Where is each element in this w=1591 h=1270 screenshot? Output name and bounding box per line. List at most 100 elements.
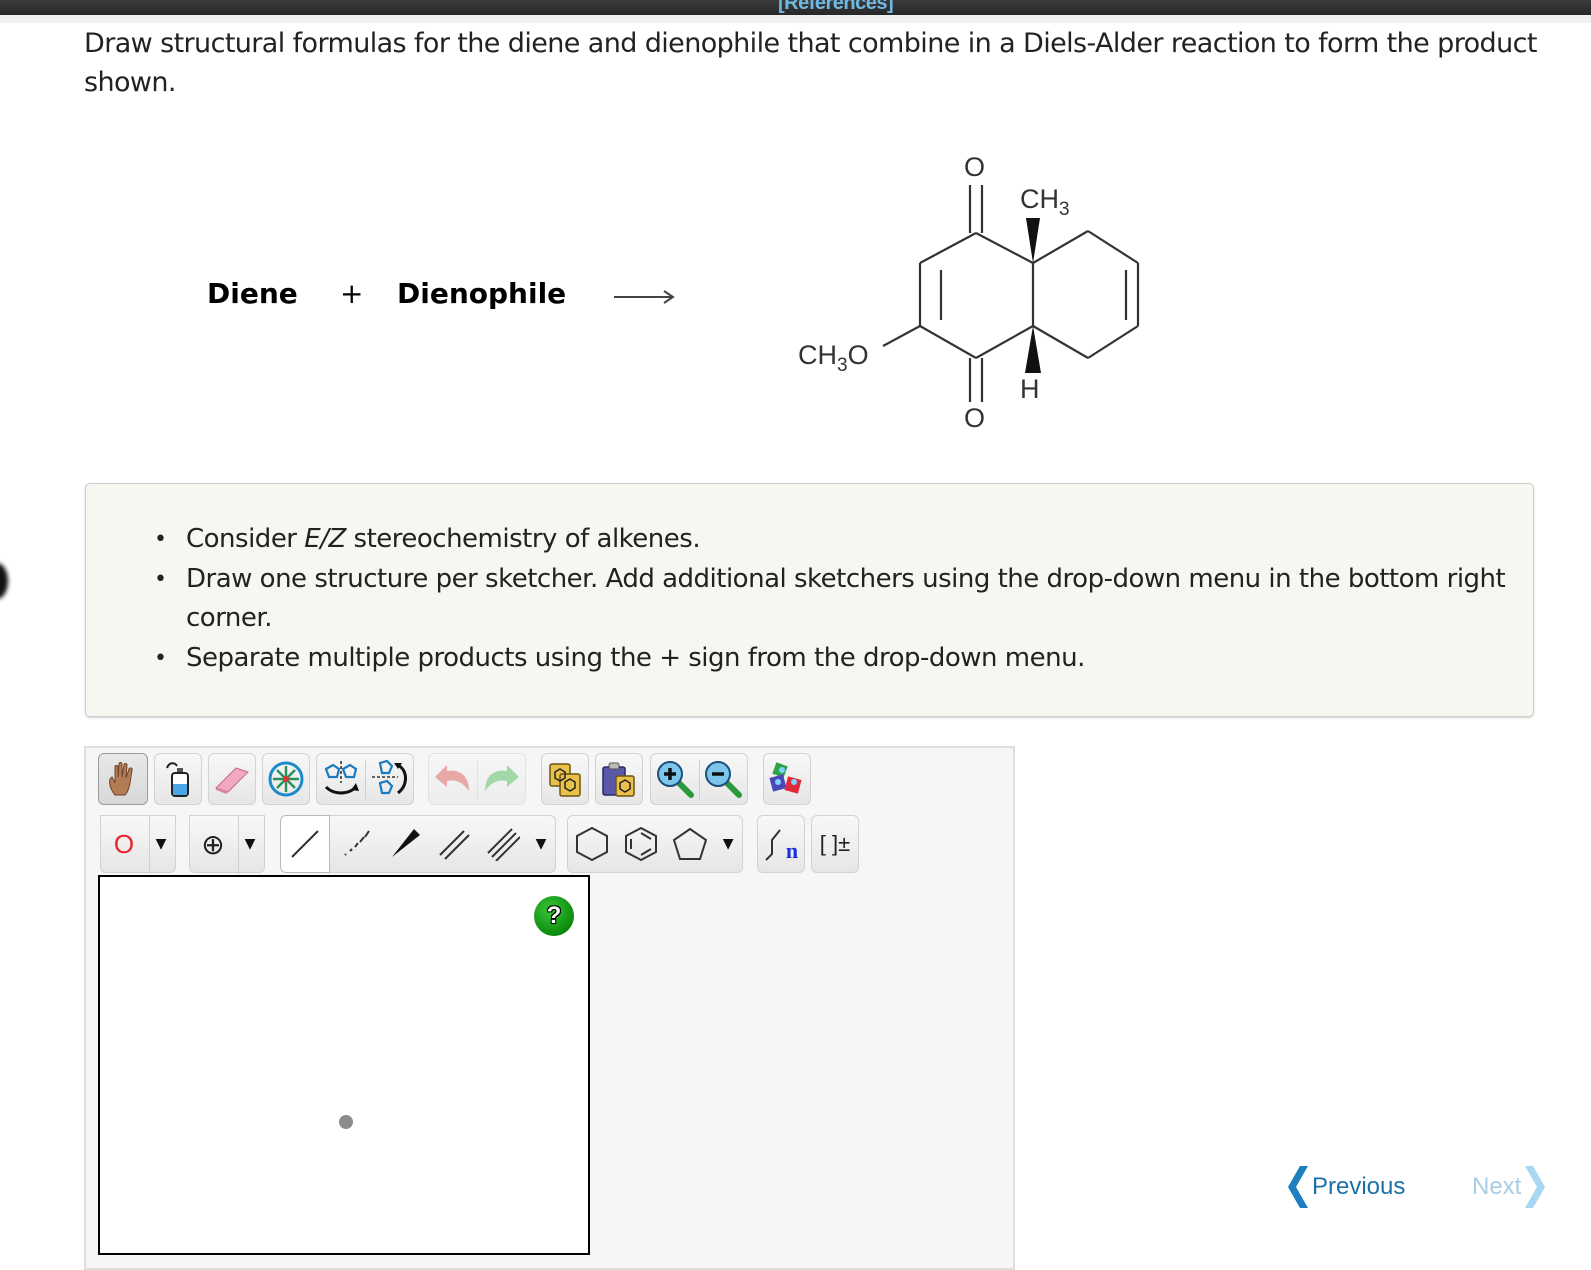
question-text: Draw structural formulas for the diene a… — [84, 28, 1537, 98]
erase-all-button[interactable] — [154, 753, 202, 805]
bond-tool-group: ▼ — [280, 815, 556, 873]
chain-tool-button[interactable]: n — [757, 815, 805, 873]
undo-icon — [435, 765, 469, 791]
benzene-icon — [625, 826, 658, 862]
double-bond-icon — [438, 830, 470, 860]
next-button[interactable]: Next — [1472, 1166, 1546, 1208]
zoom-in-icon — [657, 761, 694, 798]
dashed-bond-icon — [343, 830, 370, 856]
redo-icon — [485, 765, 519, 791]
chevron-left-icon — [1288, 1166, 1308, 1208]
wedge-bond — [1026, 218, 1040, 263]
benzene-button[interactable] — [617, 825, 666, 863]
wedge-bond-icon — [391, 829, 420, 857]
hint-item: • Draw one structure per sketcher. Add ad… — [154, 563, 1506, 634]
reactant-diene: Diene — [207, 277, 298, 310]
top-bar: [References] — [0, 0, 1591, 15]
wedge-bond — [1025, 326, 1041, 373]
cyclopentane-icon — [672, 827, 707, 860]
hint-box: • Consider E/Z stereochemistry of alkenes… — [85, 483, 1534, 717]
atom-label-o-top: O — [964, 152, 985, 182]
chevron-down-icon[interactable]: ▼ — [527, 836, 555, 852]
zoom-button-group — [650, 753, 748, 805]
bond — [882, 325, 921, 347]
canvas-dot — [339, 1115, 353, 1129]
hint-item: • Separate multiple products using the + … — [154, 642, 1085, 673]
redo-button[interactable] — [477, 761, 525, 797]
bracket-charge-button[interactable]: [ ]± — [811, 815, 859, 873]
wedge-bond-button[interactable] — [380, 827, 429, 861]
flip-horizontal-icon — [324, 761, 359, 795]
clean-structure-icon — [769, 762, 802, 794]
flip-horizontal-button[interactable] — [317, 759, 365, 799]
eraser-icon — [215, 767, 249, 794]
paste-icon — [602, 762, 635, 797]
clean-structure-button[interactable] — [763, 753, 811, 805]
help-button[interactable]: ? — [534, 896, 574, 936]
copy-button[interactable] — [541, 753, 589, 805]
single-bond-icon — [291, 830, 319, 858]
bond — [1032, 230, 1089, 264]
zoom-out-button[interactable] — [699, 759, 747, 799]
atom-label-o-bottom: O — [964, 403, 985, 433]
center-button[interactable] — [262, 753, 310, 805]
reaction-arrow-icon — [614, 290, 675, 304]
bracket-icon: [ ]± — [819, 831, 851, 856]
undo-button[interactable] — [429, 761, 477, 797]
sub-bar — [0, 15, 1591, 23]
eraser-button[interactable] — [208, 753, 256, 805]
previous-label: Previous — [1312, 1173, 1406, 1200]
bond — [919, 325, 977, 359]
wash-bottle-icon — [166, 762, 189, 797]
plus-sign: + — [340, 277, 364, 310]
triple-bond-icon — [486, 828, 520, 861]
chevron-down-icon[interactable]: ▼ — [147, 836, 175, 852]
copy-icon — [549, 763, 581, 797]
bond — [919, 232, 977, 264]
drawing-canvas[interactable] — [98, 875, 590, 1255]
bond — [975, 325, 1034, 359]
paste-button[interactable] — [595, 753, 643, 805]
atom-label-ch3: CH3 — [1020, 184, 1070, 220]
atom-selector[interactable]: O ▼ — [100, 815, 176, 874]
chevron-down-icon[interactable]: ▼ — [714, 836, 742, 852]
flip-vertical-icon — [372, 759, 407, 795]
center-icon — [268, 761, 304, 797]
zoom-out-icon — [705, 761, 742, 798]
charge-plus-icon: ⊕ — [201, 828, 225, 860]
triple-bond-button[interactable] — [478, 827, 527, 861]
chain-n-label: n — [785, 838, 799, 863]
hint-item: • Consider E/Z stereochemistry of alkenes… — [154, 524, 701, 554]
previous-button[interactable]: Previous — [1288, 1166, 1405, 1208]
product-structure: O O H CH3 CH3O — [798, 152, 1140, 433]
bond — [1087, 325, 1139, 359]
references-link[interactable]: [References] — [778, 0, 894, 15]
dashed-bond-button[interactable] — [331, 827, 380, 861]
flip-vertical-button[interactable] — [365, 759, 413, 799]
bond — [1087, 230, 1139, 264]
next-label: Next — [1472, 1173, 1522, 1200]
chevron-down-icon[interactable]: ▼ — [236, 836, 264, 852]
side-tab[interactable] — [0, 563, 8, 599]
zoom-in-button[interactable] — [651, 759, 699, 799]
bond — [1032, 325, 1089, 359]
cyclohexane-button[interactable] — [568, 825, 617, 863]
undo-redo-group — [428, 753, 526, 805]
move-tool-button[interactable] — [98, 753, 148, 805]
atom-label-h: H — [1020, 374, 1040, 404]
flip-button-group — [316, 753, 414, 805]
chain-icon — [765, 829, 781, 861]
chevron-right-icon — [1525, 1166, 1546, 1208]
ring-tool-group: ▼ — [567, 815, 743, 873]
cyclopentane-button[interactable] — [665, 826, 714, 862]
reactant-dienophile: Dienophile — [397, 277, 567, 310]
cyclohexane-icon — [576, 826, 609, 862]
atom-label: O — [113, 828, 135, 859]
atom-label-och3: CH3O — [798, 340, 869, 376]
charge-selector[interactable]: ⊕ ▼ — [189, 815, 265, 874]
double-bond-button[interactable] — [429, 827, 478, 861]
hint-list: • Consider E/Z stereochemistry of alkenes… — [154, 520, 1506, 678]
hand-icon — [109, 762, 133, 796]
bond — [975, 232, 1034, 264]
single-bond-button[interactable] — [280, 815, 330, 873]
